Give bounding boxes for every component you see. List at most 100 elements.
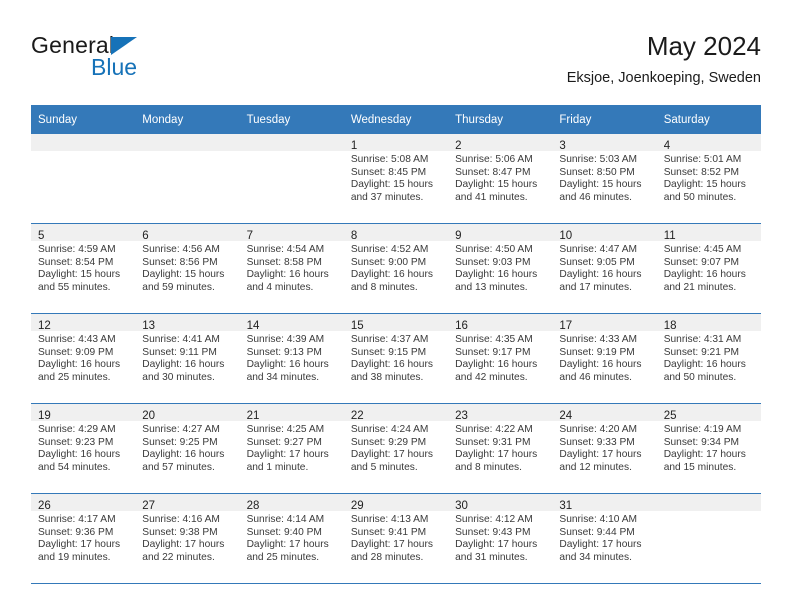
- sunset-text: Sunset: 9:13 PM: [246, 346, 322, 358]
- day-cell-inner: 21 Sunrise: 4:25 AM Sunset: 9:27 PM Dayligh…: [239, 404, 344, 493]
- day-number-band: 18: [656, 314, 761, 332]
- calendar-day-cell[interactable]: 2 Sunrise: 5:06 AM Sunset: 8:47 PM Daylight…: [448, 134, 553, 224]
- sunset-text: Sunset: 9:29 PM: [350, 436, 427, 448]
- calendar-day-cell[interactable]: 14 Sunrise: 4:39 AM Sunset: 9:13 PM Dayligh…: [239, 313, 344, 404]
- daylight-text-line1: Daylight: 16 hours: [559, 359, 642, 371]
- day-cell-inner: 13 Sunrise: 4:41 AM Sunset: 9:11 PM Dayligh…: [135, 314, 240, 403]
- day-number: 8: [350, 230, 358, 242]
- day-number: 27: [142, 500, 156, 512]
- sunrise-text: Sunrise: 4:20 AM: [559, 424, 637, 435]
- sunrise-text: Sunrise: 4:25 AM: [246, 424, 325, 435]
- day-number-band: 6: [135, 224, 240, 242]
- calendar-day-cell[interactable]: 18 Sunrise: 4:31 AM Sunset: 9:21 PM Dayligh…: [656, 313, 761, 404]
- calendar-day-cell[interactable]: 22 Sunrise: 4:24 AM Sunset: 9:29 PM Dayligh…: [343, 403, 449, 494]
- day-number-band: 5: [31, 224, 136, 242]
- calendar-day-cell[interactable]: 23 Sunrise: 4:22 AM Sunset: 9:31 PM Dayligh…: [448, 403, 553, 494]
- calendar-day-cell[interactable]: 8 Sunrise: 4:52 AM Sunset: 9:00 PM Daylight…: [343, 223, 449, 314]
- day-info: Sunrise: 4:39 AM Sunset: 9:13 PM Daylight:…: [240, 331, 344, 384]
- calendar-day-cell[interactable]: 29 Sunrise: 4:13 AM Sunset: 9:41 PM Dayligh…: [343, 493, 449, 584]
- day-number-band: [135, 134, 240, 151]
- day-number-band: 28: [239, 494, 344, 512]
- daylight-text-line1: Daylight: 17 hours: [559, 539, 642, 551]
- sunrise-text: Sunrise: 4:37 AM: [350, 334, 429, 345]
- calendar-day-cell[interactable]: 10 Sunrise: 4:47 AM Sunset: 9:05 PM Dayligh…: [552, 223, 657, 314]
- calendar-day-cell[interactable]: 4 Sunrise: 5:01 AM Sunset: 8:52 PM Daylight…: [656, 134, 761, 224]
- calendar-day-cell[interactable]: 27 Sunrise: 4:16 AM Sunset: 9:38 PM Dayligh…: [135, 493, 240, 584]
- daylight-text-line2: and 37 minutes.: [350, 191, 424, 203]
- sunrise-text: Sunrise: 4:56 AM: [142, 244, 220, 255]
- day-number-band: [31, 134, 136, 151]
- calendar-day-cell[interactable]: 21 Sunrise: 4:25 AM Sunset: 9:27 PM Dayligh…: [239, 403, 344, 494]
- calendar-day-cell[interactable]: 25 Sunrise: 4:19 AM Sunset: 9:34 PM Dayligh…: [656, 403, 761, 494]
- daylight-text-line1: Daylight: 16 hours: [142, 449, 225, 461]
- sunset-text: Sunset: 9:23 PM: [38, 436, 114, 448]
- day-cell-inner: 3 Sunrise: 5:03 AM Sunset: 8:50 PM Daylight…: [552, 134, 657, 223]
- sunset-text: Sunset: 8:50 PM: [559, 166, 635, 178]
- calendar-day-cell[interactable]: 13 Sunrise: 4:41 AM Sunset: 9:11 PM Dayligh…: [135, 313, 240, 404]
- calendar-cell-empty: [656, 493, 761, 584]
- day-cell-inner: 30 Sunrise: 4:12 AM Sunset: 9:43 PM Dayligh…: [448, 494, 553, 583]
- calendar-day-cell[interactable]: 26 Sunrise: 4:17 AM Sunset: 9:36 PM Dayligh…: [31, 493, 136, 584]
- calendar-day-cell[interactable]: 20 Sunrise: 4:27 AM Sunset: 9:25 PM Dayligh…: [135, 403, 240, 494]
- day-cell-inner: 29 Sunrise: 4:13 AM Sunset: 9:41 PM Dayligh…: [343, 494, 449, 583]
- calendar-day-cell[interactable]: 17 Sunrise: 4:33 AM Sunset: 9:19 PM Dayligh…: [552, 313, 657, 404]
- day-cell-inner: 7 Sunrise: 4:54 AM Sunset: 8:58 PM Daylight…: [239, 224, 344, 313]
- daylight-text-line2: and 38 minutes.: [350, 371, 424, 383]
- calendar-day-cell[interactable]: 9 Sunrise: 4:50 AM Sunset: 9:03 PM Daylight…: [448, 223, 553, 314]
- daylight-text-line1: Daylight: 17 hours: [38, 539, 121, 551]
- weekday-header-tuesday: Tuesday: [239, 105, 344, 134]
- sunrise-text: Sunrise: 4:43 AM: [38, 334, 116, 345]
- sunrise-text: Sunrise: 4:45 AM: [663, 244, 742, 255]
- sunrise-text: Sunrise: 4:47 AM: [559, 244, 637, 255]
- sunset-text: Sunset: 9:36 PM: [38, 526, 114, 538]
- calendar-day-cell[interactable]: 28 Sunrise: 4:14 AM Sunset: 9:40 PM Dayligh…: [239, 493, 344, 584]
- daylight-text-line2: and 30 minutes.: [142, 371, 215, 383]
- day-number: 11: [663, 230, 676, 242]
- daylight-text-line2: and 21 minutes.: [663, 281, 737, 293]
- daylight-text-line1: Daylight: 16 hours: [246, 269, 329, 281]
- day-number: 23: [455, 410, 468, 422]
- logo-text-blue: Blue: [91, 54, 138, 80]
- calendar-day-cell[interactable]: 7 Sunrise: 4:54 AM Sunset: 8:58 PM Daylight…: [239, 223, 344, 314]
- day-info: Sunrise: 4:25 AM Sunset: 9:27 PM Daylight:…: [240, 421, 344, 474]
- calendar-day-cell[interactable]: 3 Sunrise: 5:03 AM Sunset: 8:50 PM Daylight…: [552, 134, 657, 224]
- day-info: Sunrise: 4:16 AM Sunset: 9:38 PM Daylight:…: [135, 511, 239, 564]
- day-number: 12: [38, 320, 51, 332]
- daylight-text-line1: Daylight: 17 hours: [142, 539, 225, 551]
- sunset-text: Sunset: 8:45 PM: [350, 166, 427, 178]
- daylight-text-line2: and 57 minutes.: [142, 461, 215, 473]
- daylight-text-line2: and 19 minutes.: [38, 551, 111, 563]
- day-cell-inner: 14 Sunrise: 4:39 AM Sunset: 9:13 PM Dayligh…: [239, 314, 344, 403]
- calendar-week-row: 5 Sunrise: 4:59 AM Sunset: 8:54 PM Daylight…: [31, 223, 761, 314]
- calendar-day-cell[interactable]: 31 Sunrise: 4:10 AM Sunset: 9:44 PM Dayligh…: [552, 493, 657, 584]
- calendar-day-cell[interactable]: 5 Sunrise: 4:59 AM Sunset: 8:54 PM Daylight…: [31, 223, 136, 314]
- calendar-day-cell[interactable]: 1 Sunrise: 5:08 AM Sunset: 8:45 PM Daylight…: [343, 134, 449, 224]
- calendar-day-cell[interactable]: 16 Sunrise: 4:35 AM Sunset: 9:17 PM Dayligh…: [448, 313, 553, 404]
- calendar-week-row: 12 Sunrise: 4:43 AM Sunset: 9:09 PM Dayligh…: [31, 313, 761, 404]
- sunset-text: Sunset: 9:34 PM: [663, 436, 740, 448]
- sunrise-text: Sunrise: 4:52 AM: [350, 244, 429, 255]
- day-info: Sunrise: 4:29 AM Sunset: 9:23 PM Daylight:…: [31, 421, 135, 474]
- calendar-day-cell[interactable]: 30 Sunrise: 4:12 AM Sunset: 9:43 PM Dayligh…: [448, 493, 553, 584]
- calendar-day-cell[interactable]: 11 Sunrise: 4:45 AM Sunset: 9:07 PM Dayligh…: [656, 223, 761, 314]
- day-number-band: 14: [239, 314, 344, 332]
- day-number-band: 25: [656, 404, 761, 422]
- calendar-day-cell[interactable]: 19 Sunrise: 4:29 AM Sunset: 9:23 PM Dayligh…: [31, 403, 136, 494]
- calendar-day-cell[interactable]: 24 Sunrise: 4:20 AM Sunset: 9:33 PM Dayligh…: [552, 403, 657, 494]
- calendar-day-cell[interactable]: 6 Sunrise: 4:56 AM Sunset: 8:56 PM Daylight…: [135, 223, 240, 314]
- calendar-day-cell[interactable]: 15 Sunrise: 4:37 AM Sunset: 9:15 PM Dayligh…: [343, 313, 449, 404]
- day-number: 2: [455, 140, 462, 152]
- page-header: General Blue May 2024 Eksjoe, Joenkoepin…: [31, 30, 761, 98]
- sunrise-text: Sunrise: 4:10 AM: [559, 514, 637, 525]
- day-number: 10: [559, 230, 573, 242]
- daylight-text-line1: Daylight: 15 hours: [142, 269, 225, 281]
- day-info: Sunrise: 4:56 AM Sunset: 8:56 PM Daylight:…: [135, 241, 239, 294]
- daylight-text-line2: and 1 minute.: [246, 461, 309, 473]
- sunrise-text: Sunrise: 4:50 AM: [455, 244, 533, 255]
- daylight-text-line2: and 25 minutes.: [38, 371, 111, 383]
- day-cell-inner: 6 Sunrise: 4:56 AM Sunset: 8:56 PM Daylight…: [135, 224, 240, 313]
- calendar-day-cell[interactable]: 12 Sunrise: 4:43 AM Sunset: 9:09 PM Dayligh…: [31, 313, 136, 404]
- daylight-text-line1: Daylight: 16 hours: [350, 359, 433, 371]
- daylight-text-line2: and 46 minutes.: [559, 371, 632, 383]
- day-number: 7: [246, 230, 253, 242]
